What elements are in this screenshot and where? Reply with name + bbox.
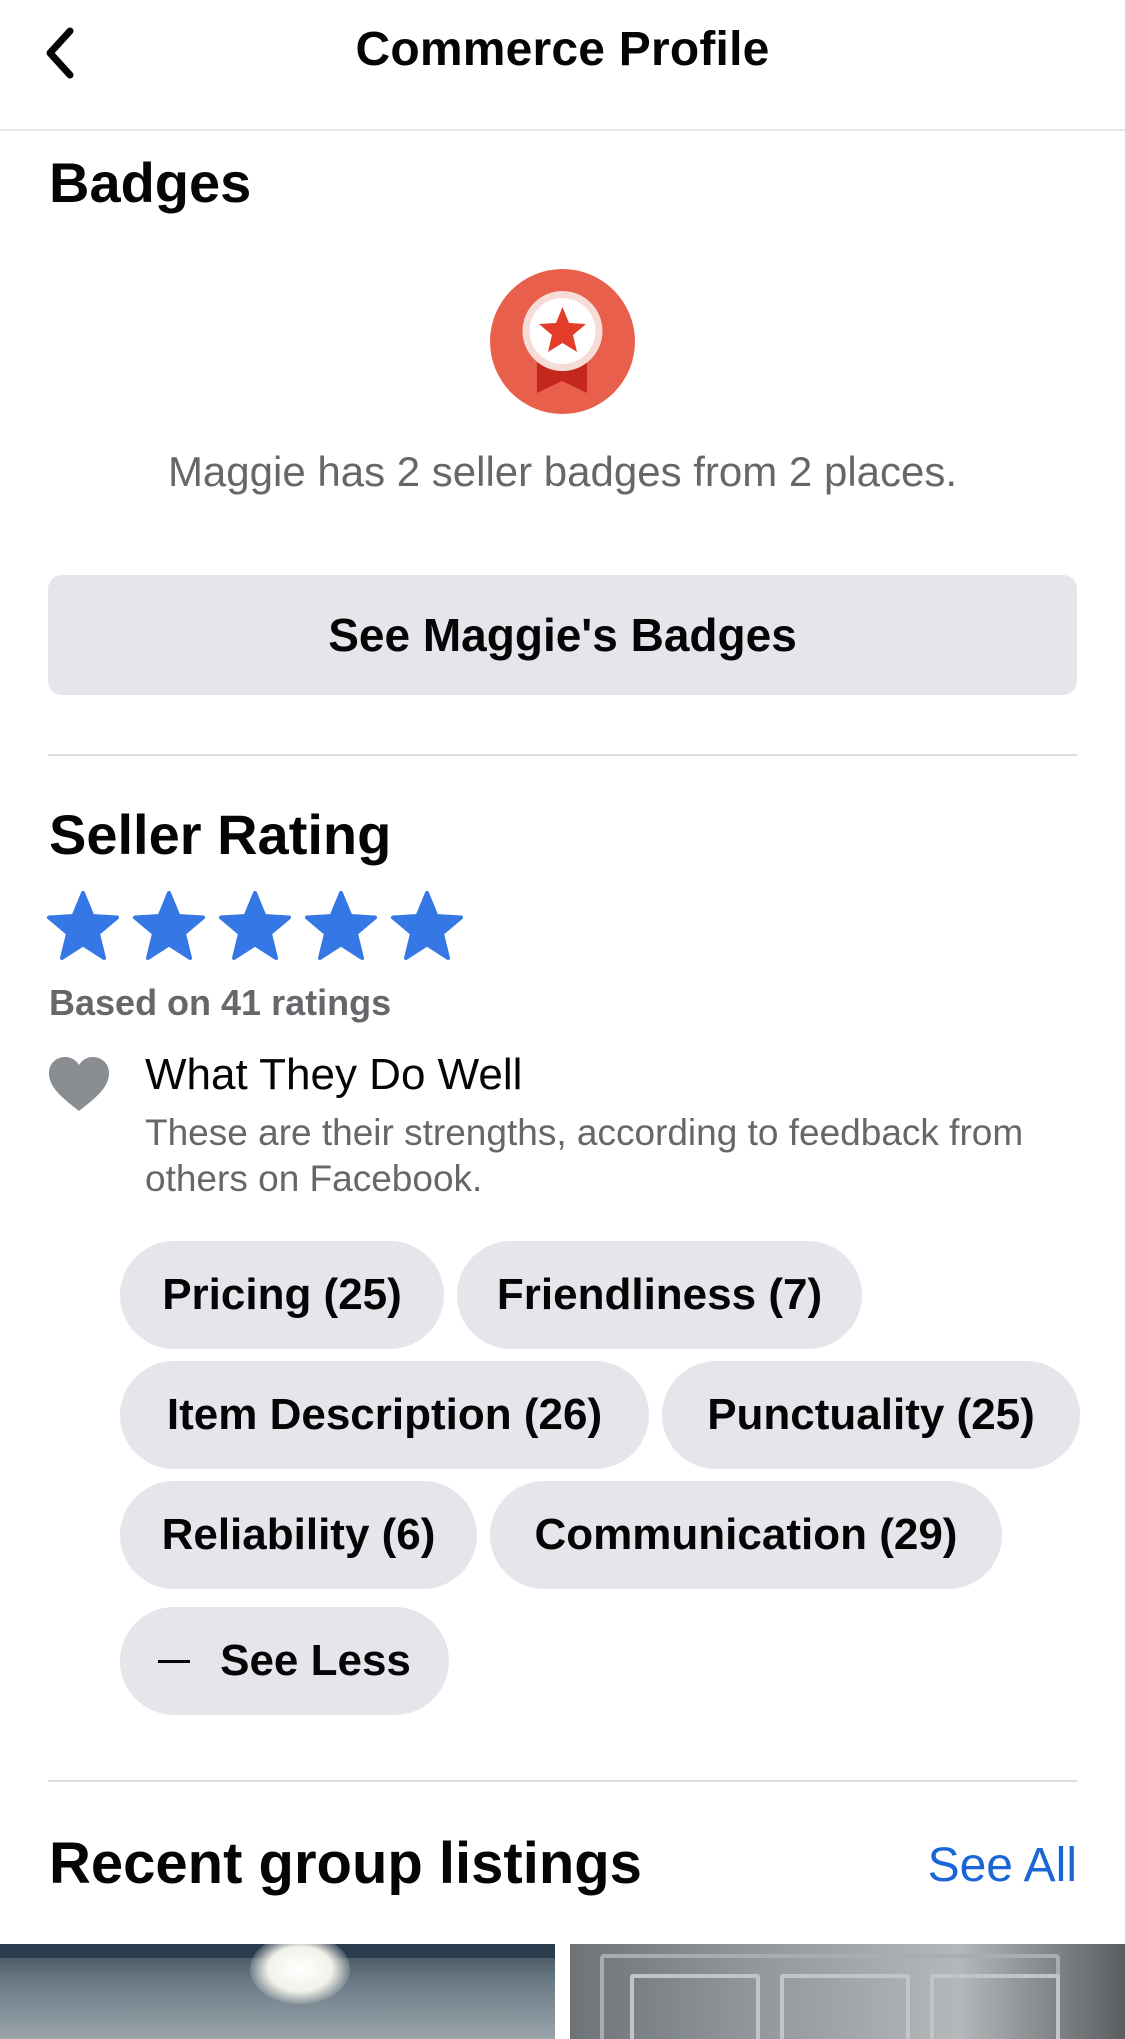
star-icon	[305, 891, 377, 960]
listing-thumbnail[interactable]	[0, 1944, 555, 2039]
section-divider	[48, 754, 1077, 756]
star-icon	[133, 891, 205, 960]
tag-item-description[interactable]: Item Description (26)	[120, 1361, 649, 1469]
badges-description: Maggie has 2 seller badges from 2 places…	[167, 448, 958, 495]
star-icon	[219, 891, 291, 960]
heart-icon	[49, 1057, 109, 1111]
star-icon	[391, 891, 463, 960]
commerce-profile-page: Commerce Profile Badges Maggie has 2 sel…	[0, 0, 1125, 2039]
navigation-bar: Commerce Profile	[0, 0, 1125, 131]
ratings-count: Based on 41 ratings	[49, 982, 392, 1023]
tag-reliability[interactable]: Reliability (6)	[120, 1481, 477, 1589]
strengths-title: What They Do Well	[145, 1050, 523, 1099]
page-title: Commerce Profile	[355, 23, 770, 76]
strengths-description: These are their strengths, according to …	[145, 1112, 1024, 1199]
tag-pricing[interactable]: Pricing (25)	[120, 1241, 444, 1349]
seller-badge-icon[interactable]	[490, 269, 635, 414]
minus-icon	[158, 1659, 191, 1663]
tag-communication[interactable]: Communication (29)	[490, 1481, 1002, 1589]
see-less-label: See Less	[220, 1636, 411, 1685]
see-less-button[interactable]: See Less	[120, 1607, 449, 1715]
seller-rating-heading: Seller Rating	[49, 803, 392, 866]
star-icon	[47, 891, 119, 960]
recent-listings-heading: Recent group listings	[49, 1831, 642, 1896]
listing-thumbnail[interactable]	[570, 1944, 1125, 2039]
star-rating	[46, 890, 464, 964]
see-badges-button[interactable]: See Maggie's Badges	[48, 575, 1077, 695]
tag-punctuality[interactable]: Punctuality (25)	[662, 1361, 1080, 1469]
tag-friendliness[interactable]: Friendliness (7)	[457, 1241, 862, 1349]
badges-heading: Badges	[49, 151, 252, 214]
see-all-link[interactable]: See All	[928, 1838, 1077, 1893]
section-divider	[48, 1780, 1077, 1782]
